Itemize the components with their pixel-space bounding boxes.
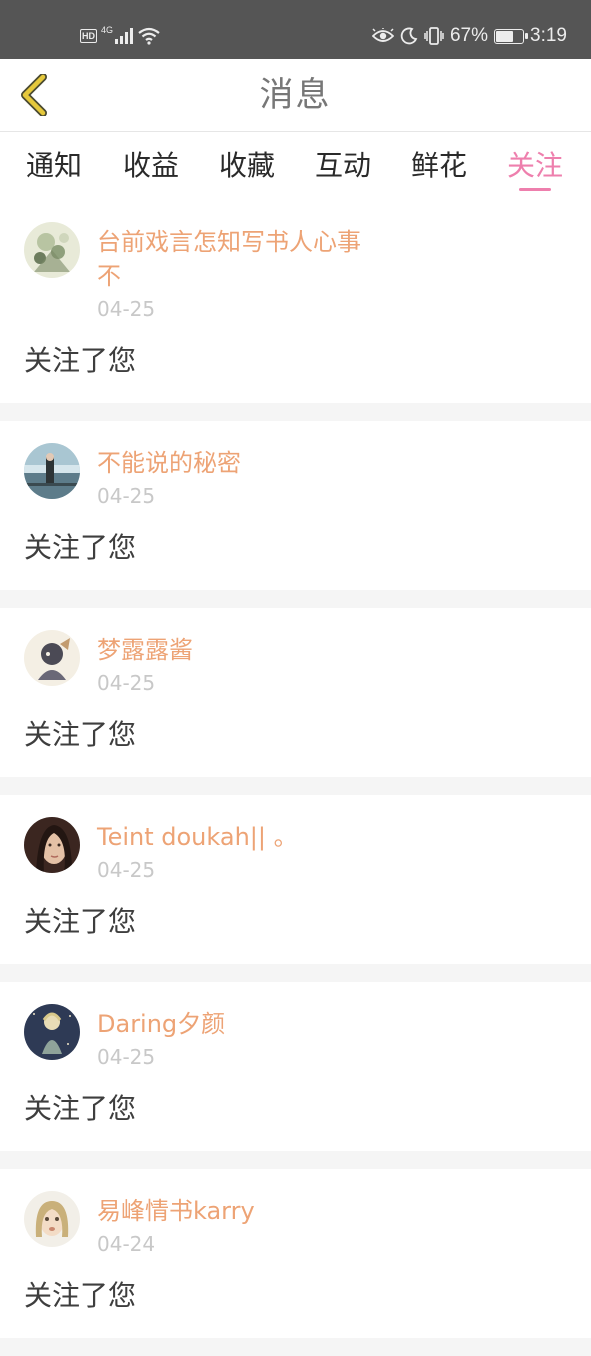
battery-percent: 67% [449, 25, 489, 46]
follow-date: 04-25 [97, 297, 156, 321]
network-type: 4G [101, 25, 114, 35]
follow-action-text: 关注了您 [24, 531, 137, 564]
avatar-image [24, 443, 80, 499]
follow-date: 04-25 [97, 484, 156, 508]
hd-badge: HD [80, 29, 97, 43]
back-button[interactable] [12, 71, 56, 119]
status-left: HD 4G [80, 22, 160, 50]
follow-date: 04-25 [97, 671, 156, 695]
chevron-left-icon [21, 74, 47, 116]
follow-action-text: 关注了您 [24, 905, 137, 938]
tab-follows[interactable]: 关注 [500, 144, 570, 184]
tab-interactions[interactable]: 互动 [308, 144, 378, 184]
eye-icon [371, 28, 394, 42]
wifi-icon [138, 27, 160, 45]
avatar-image [24, 1004, 80, 1060]
follow-action-text: 关注了您 [24, 718, 137, 751]
battery-fill [496, 30, 514, 42]
avatar-image [24, 222, 80, 278]
follow-action-text: 关注了您 [24, 344, 137, 377]
avatar-image [24, 817, 80, 873]
list-item: 梦露露酱 04-25 关注了您 [0, 608, 591, 777]
avatar[interactable] [24, 222, 80, 278]
list-item: 台前戏言怎知写书人心事不 04-25 关注了您 [0, 200, 591, 403]
follow-date: 04-25 [97, 858, 156, 882]
status-bar: HD 4G 67% 3:19 [0, 0, 591, 59]
username-link[interactable]: 不能说的秘密 [97, 446, 367, 480]
username-link[interactable]: 梦露露酱 [97, 633, 367, 667]
list-item: 不能说的秘密 04-25 关注了您 [0, 421, 591, 590]
username-link[interactable]: Daring夕颜 [97, 1007, 367, 1041]
avatar-image [24, 1191, 80, 1247]
top-nav-bar: 消息 [0, 59, 591, 132]
page-title: 消息 [259, 75, 332, 115]
tab-favorites[interactable]: 收藏 [212, 144, 282, 184]
list-item: Daring夕颜 04-25 关注了您 [0, 982, 591, 1151]
tab-notifications[interactable]: 通知 [19, 144, 89, 184]
list-item: 易峰情书karry 04-24 关注了您 [0, 1169, 591, 1338]
username-link[interactable]: 易峰情书karry [97, 1194, 367, 1228]
username-link[interactable]: Teint doukah|| 。 [97, 820, 367, 854]
status-right: 67% 3:19 [371, 22, 567, 50]
tab-flowers[interactable]: 鲜花 [404, 144, 474, 184]
message-tabs: 通知 收益 收藏 互动 鲜花 关注 [0, 132, 591, 200]
follow-list: 台前戏言怎知写书人心事不 04-25 关注了您 不能说的秘密 04-25 关注了… [0, 200, 591, 1356]
vibrate-icon [424, 27, 444, 45]
clock: 3:19 [530, 25, 567, 46]
follow-action-text: 关注了您 [24, 1092, 137, 1125]
moon-icon [400, 27, 418, 45]
battery-icon [494, 28, 529, 44]
follow-action-text: 关注了您 [24, 1279, 137, 1312]
list-item: Teint doukah|| 。 04-25 关注了您 [0, 795, 591, 964]
username-link[interactable]: 台前戏言怎知写书人心事不 [97, 225, 367, 293]
avatar[interactable] [24, 817, 80, 873]
avatar-image [24, 630, 80, 686]
follow-date: 04-25 [97, 1045, 156, 1069]
avatar[interactable] [24, 1004, 80, 1060]
follow-date: 04-24 [97, 1232, 156, 1256]
tab-earnings[interactable]: 收益 [116, 144, 186, 184]
active-tab-indicator [519, 188, 551, 191]
avatar[interactable] [24, 630, 80, 686]
avatar[interactable] [24, 443, 80, 499]
signal-icon [115, 28, 134, 44]
avatar[interactable] [24, 1191, 80, 1247]
